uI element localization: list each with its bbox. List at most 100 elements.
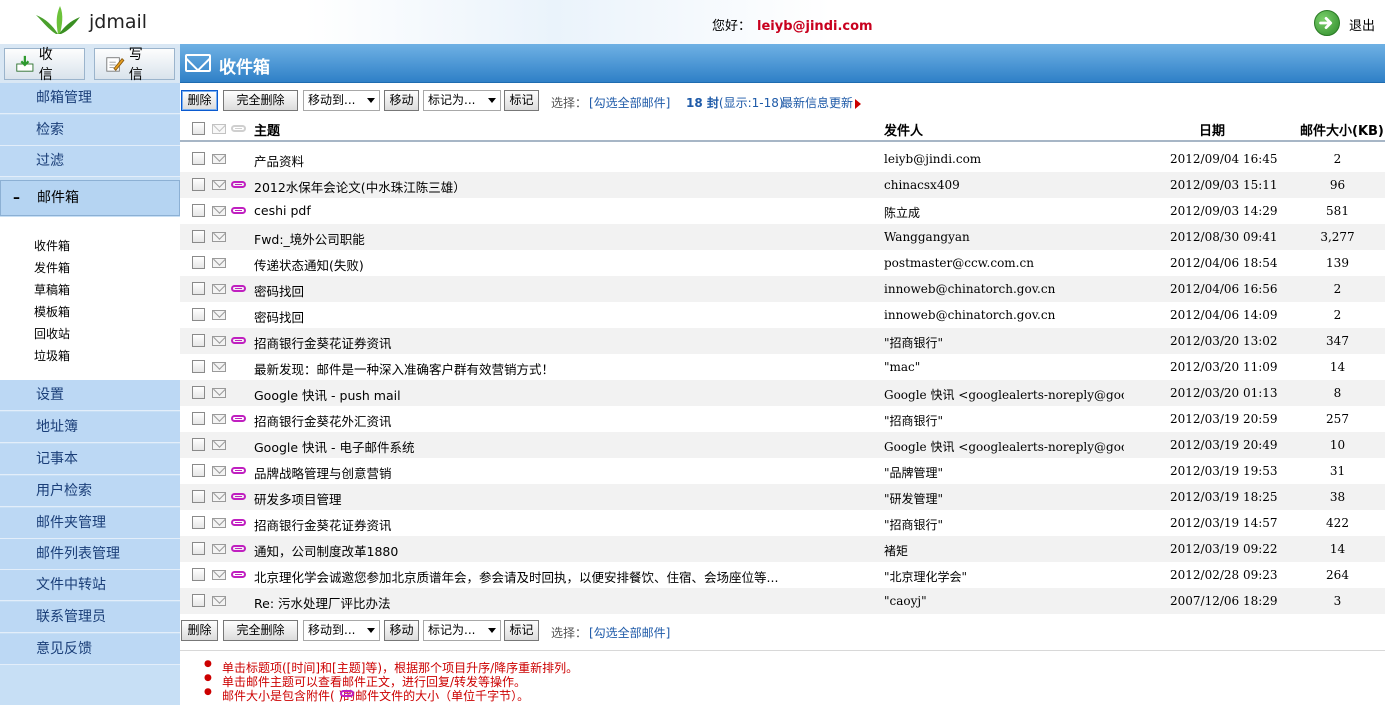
sidebar-item-notepad[interactable]: 记事本 <box>0 444 180 475</box>
column-subject[interactable]: 主题 <box>254 120 280 139</box>
row-checkbox[interactable] <box>192 412 205 425</box>
latest-update-link[interactable]: 最新信息更新 <box>781 94 862 111</box>
folder-spam[interactable]: 垃圾箱 <box>34 347 70 364</box>
row-checkbox[interactable] <box>192 152 205 165</box>
table-row[interactable]: 传递状态通知(失败) postmaster@ccw.com.cn 2012/04/0… <box>180 250 1385 276</box>
table-row[interactable]: 研发多项目管理 "研发管理" 2012/03/19 18:25 38 <box>180 484 1385 510</box>
mail-sender: innoweb@chinatorch.gov.cn <box>884 308 1056 322</box>
move-button[interactable]: 移动 <box>384 90 419 111</box>
row-checkbox[interactable] <box>192 360 205 373</box>
mail-count: 18 封(显示:1-18) <box>686 94 784 111</box>
mark-as-select[interactable]: 标记为... <box>423 90 501 111</box>
column-date[interactable]: 日期 <box>1199 120 1225 139</box>
mail-subject[interactable]: 产品资料 <box>254 151 864 170</box>
row-checkbox[interactable] <box>192 516 205 529</box>
mail-subject[interactable]: 招商银行金葵花外汇资讯 <box>254 411 864 430</box>
sidebar-item-file-transfer[interactable]: 文件中转站 <box>0 570 180 601</box>
column-sender[interactable]: 发件人 <box>884 120 923 139</box>
mail-subject[interactable]: ceshi pdf <box>254 203 864 218</box>
row-checkbox[interactable] <box>192 490 205 503</box>
row-checkbox[interactable] <box>192 282 205 295</box>
table-row[interactable]: ceshi pdf 陈立成 2012/09/03 14:29 581 <box>180 198 1385 224</box>
mail-subject[interactable]: 密码找回 <box>254 281 864 300</box>
delete-all-button[interactable]: 完全删除 <box>223 620 298 641</box>
table-row[interactable]: 最新发现：邮件是一种深入准确客户群有效营销方式！ "mac" 2012/03/20 … <box>180 354 1385 380</box>
move-to-select[interactable]: 移动到... <box>303 620 380 641</box>
table-row[interactable]: 品牌战略管理与创意营销 "品牌管理" 2012/03/19 19:53 31 <box>180 458 1385 484</box>
delete-all-button[interactable]: 完全删除 <box>223 90 298 111</box>
compose-mail-button[interactable]: 写 信 <box>94 47 175 83</box>
sidebar-item-mailbox-management[interactable]: 邮箱管理 <box>0 83 180 114</box>
row-checkbox[interactable] <box>192 568 205 581</box>
sidebar-item-folder-management[interactable]: 邮件夹管理 <box>0 508 180 539</box>
sidebar-item-address-book[interactable]: 地址簿 <box>0 412 180 443</box>
mail-subject[interactable]: Fwd:_境外公司职能 <box>254 229 864 248</box>
row-checkbox[interactable] <box>192 542 205 555</box>
row-checkbox[interactable] <box>192 438 205 451</box>
select-all-checkbox[interactable] <box>192 122 205 135</box>
sidebar-item-filter[interactable]: 过滤 <box>0 146 180 177</box>
mail-subject[interactable]: 传递状态通知(失败) <box>254 255 864 274</box>
mark-button[interactable]: 标记 <box>504 90 539 111</box>
row-checkbox[interactable] <box>192 594 205 607</box>
mail-subject[interactable]: 密码找回 <box>254 307 864 326</box>
table-row[interactable]: 产品资料 leiyb@jindi.com 2012/09/04 16:45 2 <box>180 146 1385 172</box>
mail-subject[interactable]: 2012水保年会论文(中水珠江陈三雄） <box>254 177 864 196</box>
row-checkbox[interactable] <box>192 256 205 269</box>
row-checkbox[interactable] <box>192 334 205 347</box>
table-row[interactable]: 北京理化学会诚邀您参加北京质谱年会，参会请及时回执，以便安排餐饮、住宿、会场座位… <box>180 562 1385 588</box>
table-row[interactable]: Fwd:_境外公司职能 Wanggangyan 2012/08/30 09:41 3,… <box>180 224 1385 250</box>
mark-as-select[interactable]: 标记为... <box>423 620 501 641</box>
mark-button[interactable]: 标记 <box>504 620 539 641</box>
table-row[interactable]: 密码找回 innoweb@chinatorch.gov.cn 2012/04/06 … <box>180 276 1385 302</box>
folder-inbox[interactable]: 收件箱 <box>34 237 70 254</box>
logout-link[interactable]: 退出 <box>1349 15 1375 34</box>
sidebar-item-search[interactable]: 检索 <box>0 115 180 146</box>
table-row[interactable]: 招商银行金葵花外汇资讯 "招商银行" 2012/03/19 20:59 257 <box>180 406 1385 432</box>
move-button[interactable]: 移动 <box>384 620 419 641</box>
attachment-clip-icon <box>231 207 246 214</box>
table-row[interactable]: Google 快讯 - 电子邮件系统 Google 快讯 <googlealert… <box>180 432 1385 458</box>
mail-subject[interactable]: 通知，公司制度改革1880 <box>254 541 864 560</box>
mail-subject[interactable]: 最新发现：邮件是一种深入准确客户群有效营销方式！ <box>254 359 864 378</box>
folder-templates[interactable]: 模板箱 <box>34 303 70 320</box>
table-row[interactable]: 2012水保年会论文(中水珠江陈三雄） chinacsx409 2012/09/03… <box>180 172 1385 198</box>
mail-subject[interactable]: 招商银行金葵花证券资讯 <box>254 333 864 352</box>
sidebar-item-mailbox[interactable]: – 邮件箱 <box>0 180 180 216</box>
table-row[interactable]: 通知，公司制度改革1880 褚矩 2012/03/19 09:22 14 <box>180 536 1385 562</box>
sidebar-item-settings[interactable]: 设置 <box>0 380 180 411</box>
mail-subject[interactable]: 招商银行金葵花证券资讯 <box>254 515 864 534</box>
row-checkbox[interactable] <box>192 386 205 399</box>
mail-subject[interactable]: 北京理化学会诚邀您参加北京质谱年会，参会请及时回执，以便安排餐饮、住宿、会场座位… <box>254 567 864 586</box>
folder-drafts[interactable]: 草稿箱 <box>34 281 70 298</box>
mail-subject[interactable]: Google 快讯 - push mail <box>254 385 864 404</box>
receive-mail-button[interactable]: 收 信 <box>4 47 85 83</box>
row-checkbox[interactable] <box>192 464 205 477</box>
sidebar-item-mailing-list[interactable]: 邮件列表管理 <box>0 539 180 570</box>
table-row[interactable]: 招商银行金葵花证券资讯 "招商银行" 2012/03/19 14:57 422 <box>180 510 1385 536</box>
row-checkbox[interactable] <box>192 308 205 321</box>
row-checkbox[interactable] <box>192 204 205 217</box>
logout-arrow-icon[interactable] <box>1314 10 1340 36</box>
table-row[interactable]: Google 快讯 - push mail Google 快讯 <googleal… <box>180 380 1385 406</box>
row-checkbox[interactable] <box>192 178 205 191</box>
folder-sent[interactable]: 发件箱 <box>34 259 70 276</box>
column-size[interactable]: 邮件大小(KB) <box>1300 120 1384 139</box>
select-all-link[interactable]: [勾选全部邮件] <box>589 94 670 111</box>
mail-subject[interactable]: 品牌战略管理与创意营销 <box>254 463 864 482</box>
mail-subject[interactable]: Google 快讯 - 电子邮件系统 <box>254 437 864 456</box>
sidebar-item-contact-admin[interactable]: 联系管理员 <box>0 602 180 633</box>
folder-trash[interactable]: 回收站 <box>34 325 70 342</box>
mail-subject[interactable]: Re: 污水处理厂评比办法 <box>254 593 864 612</box>
move-to-select[interactable]: 移动到... <box>303 90 380 111</box>
delete-button[interactable]: 删除 <box>181 620 218 641</box>
table-row[interactable]: 招商银行金葵花证券资讯 "招商银行" 2012/03/20 13:02 347 <box>180 328 1385 354</box>
sidebar-item-feedback[interactable]: 意见反馈 <box>0 634 180 665</box>
select-all-link[interactable]: [勾选全部邮件] <box>589 624 670 641</box>
row-checkbox[interactable] <box>192 230 205 243</box>
mail-subject[interactable]: 研发多项目管理 <box>254 489 864 508</box>
table-row[interactable]: 密码找回 innoweb@chinatorch.gov.cn 2012/04/06 … <box>180 302 1385 328</box>
sidebar-item-user-search[interactable]: 用户检索 <box>0 476 180 507</box>
delete-button[interactable]: 删除 <box>181 90 218 111</box>
table-row[interactable]: Re: 污水处理厂评比办法 "caoyj" 2007/12/06 18:29 3 <box>180 588 1385 614</box>
